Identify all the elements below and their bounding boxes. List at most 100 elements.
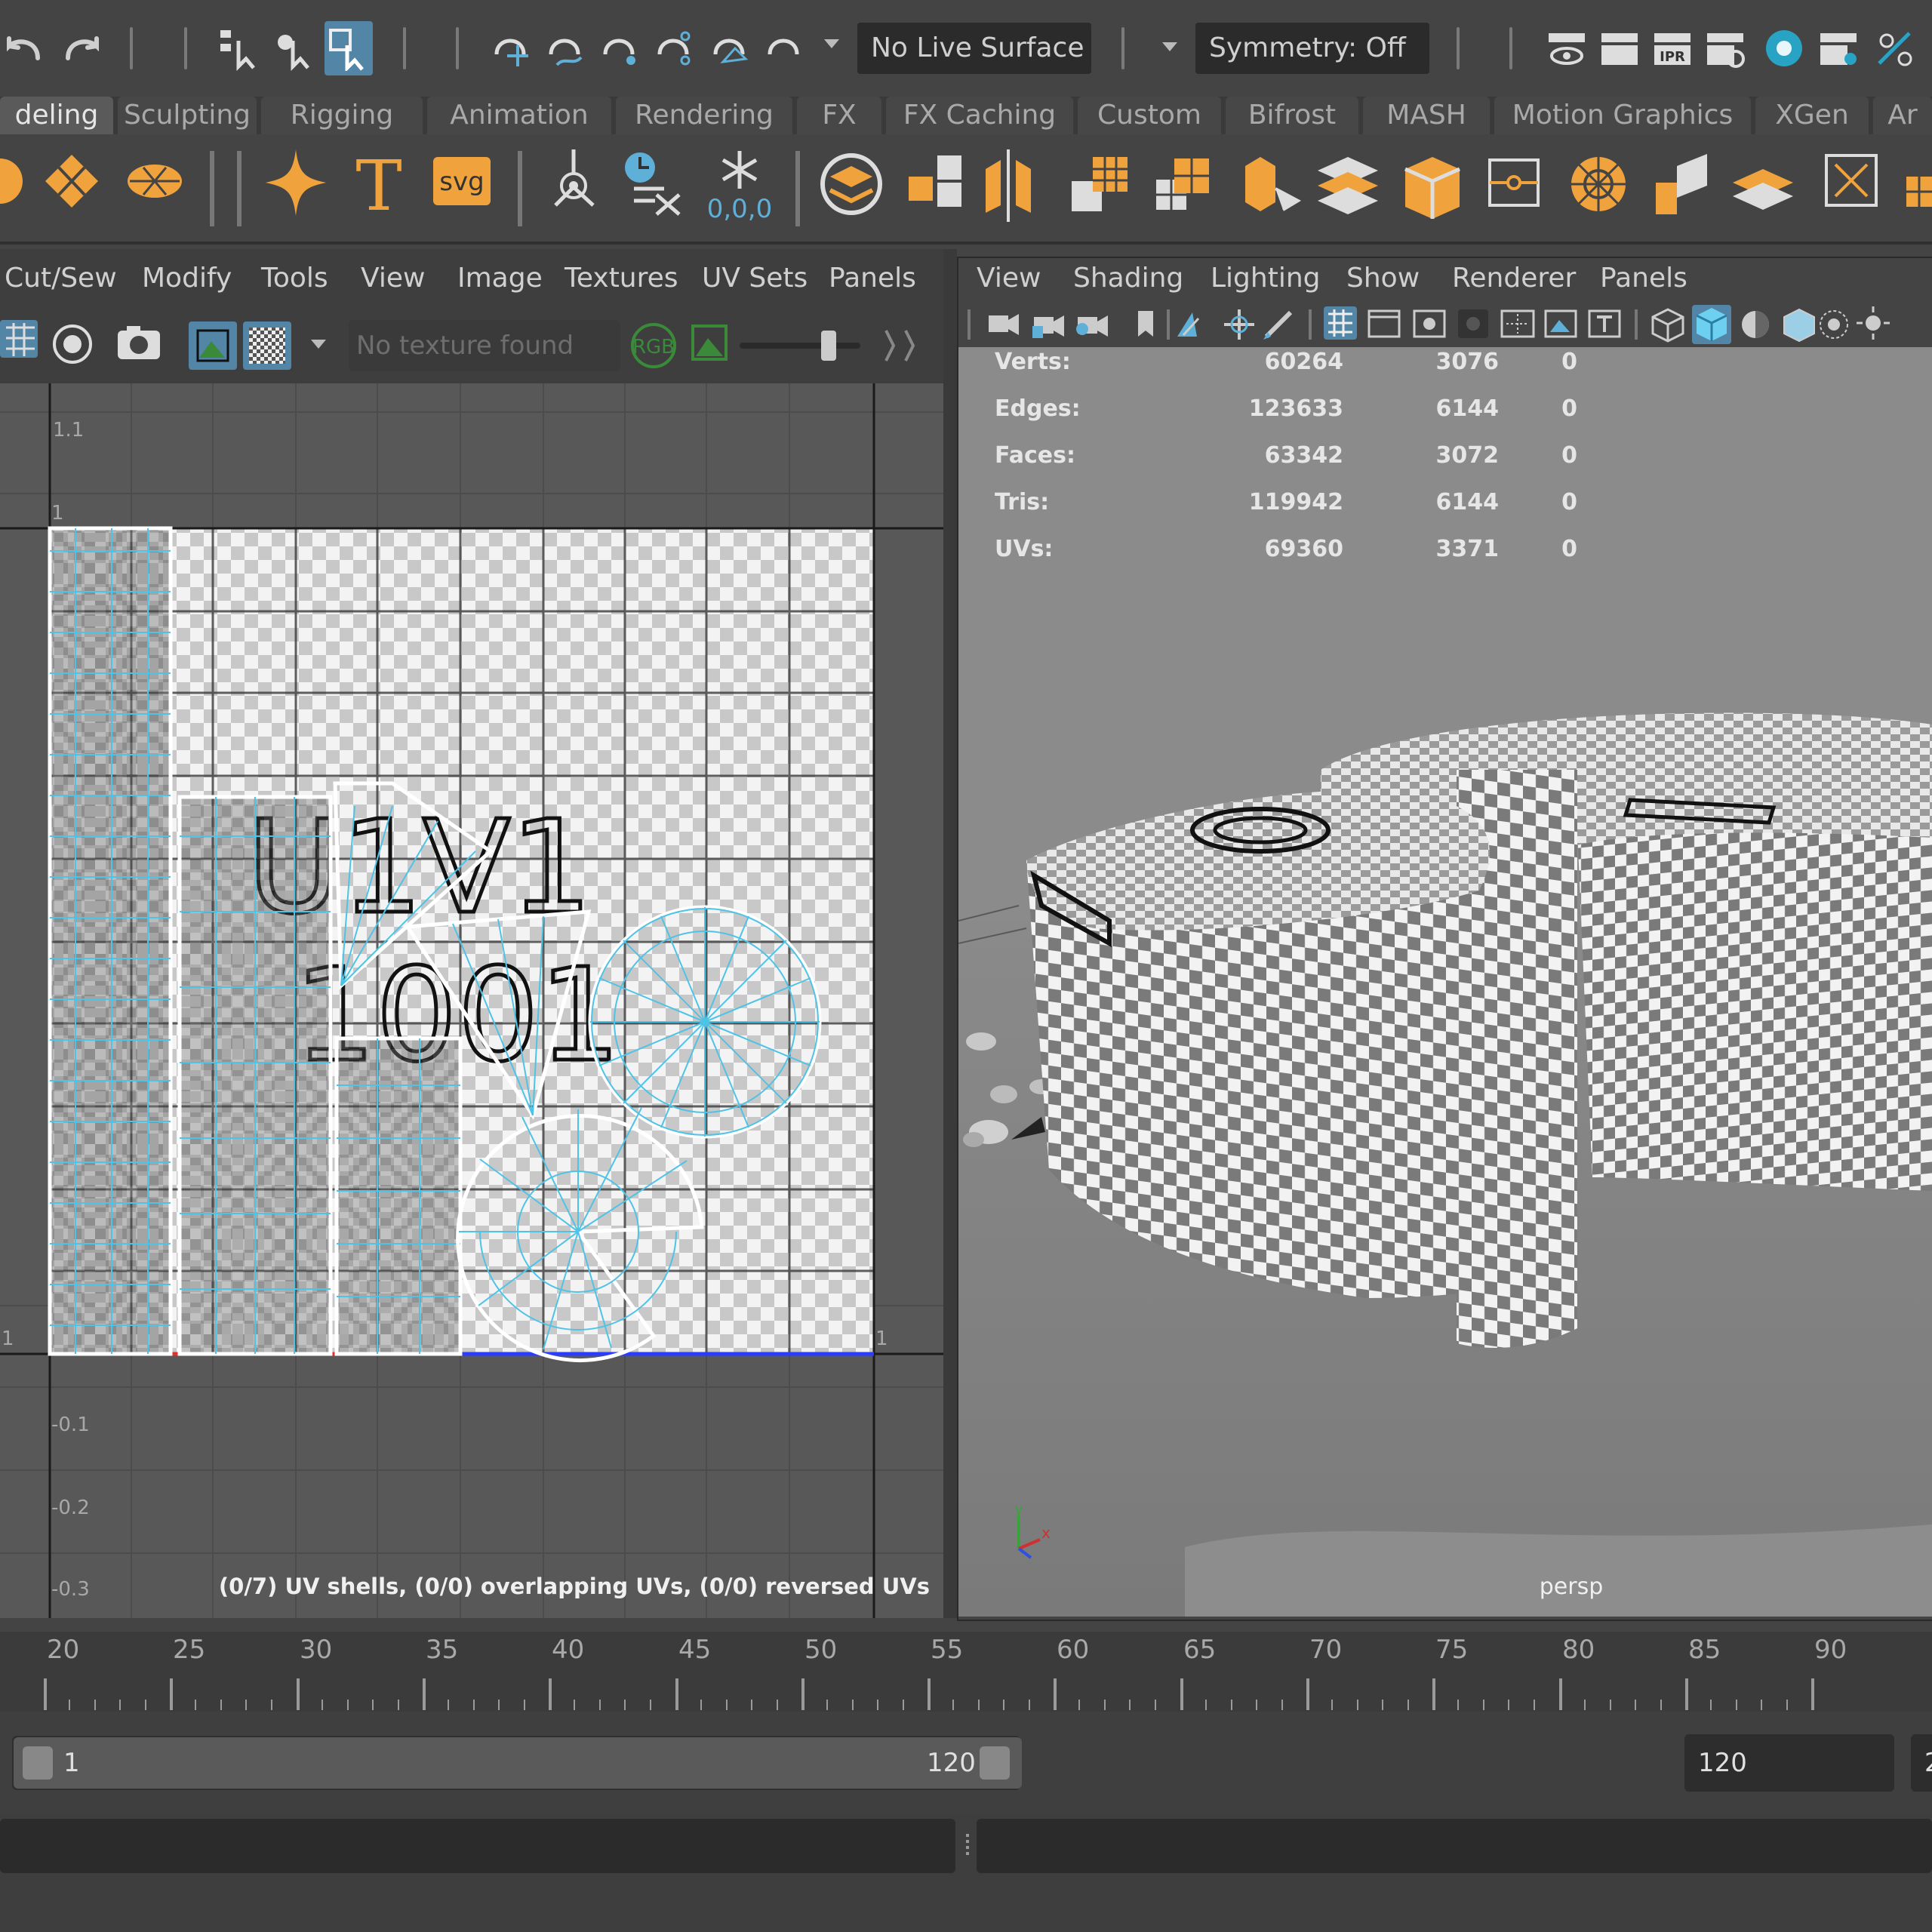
tab-rendering[interactable]: Rendering bbox=[616, 97, 792, 134]
image-plane-icon[interactable] bbox=[1177, 312, 1200, 337]
tab-bifrost[interactable]: Bifrost bbox=[1226, 97, 1358, 134]
redo-icon[interactable] bbox=[57, 21, 106, 75]
range-start-handle[interactable] bbox=[23, 1746, 53, 1780]
bookmark-icon[interactable] bbox=[1138, 311, 1153, 337]
2d-pan-zoom-icon[interactable] bbox=[1224, 309, 1254, 340]
safe-title-icon[interactable] bbox=[1588, 309, 1621, 338]
exposure-slider-handle[interactable] bbox=[821, 331, 836, 361]
render-settings-icon[interactable] bbox=[1701, 21, 1749, 75]
snap-together-icon[interactable] bbox=[1870, 21, 1918, 75]
mirror-icon[interactable] bbox=[986, 149, 1031, 222]
menu-view[interactable]: View bbox=[361, 263, 425, 294]
bridge-icon[interactable] bbox=[1318, 157, 1378, 214]
menu-cut-sew[interactable]: Cut/Sew bbox=[5, 263, 117, 294]
tab-arnold[interactable]: Ar bbox=[1873, 97, 1932, 134]
snap-to-grid-icon[interactable] bbox=[486, 21, 534, 75]
safe-action-icon[interactable] bbox=[1544, 309, 1577, 338]
rgb-channels-icon[interactable]: RGB bbox=[631, 323, 676, 368]
tab-fx-caching[interactable]: FX Caching bbox=[886, 97, 1073, 134]
range-slider-fill[interactable] bbox=[14, 1737, 1022, 1789]
menu-modify[interactable]: Modify bbox=[142, 263, 232, 294]
svg-tool-icon[interactable]: svg bbox=[433, 157, 491, 205]
xray-joints-icon[interactable] bbox=[1820, 310, 1848, 339]
time-slider[interactable] bbox=[0, 1632, 1932, 1712]
menu-lighting[interactable]: Lighting bbox=[1211, 263, 1321, 294]
film-gate-icon[interactable] bbox=[1367, 309, 1401, 338]
texture-field[interactable]: No texture found bbox=[349, 320, 620, 371]
hypershade-icon[interactable] bbox=[1760, 21, 1808, 75]
select-by-object-icon[interactable] bbox=[269, 21, 317, 75]
reduce-icon[interactable] bbox=[1156, 158, 1209, 210]
multi-cut-icon[interactable] bbox=[1488, 158, 1540, 207]
tab-fx[interactable]: FX bbox=[797, 97, 881, 134]
extrude-icon[interactable] bbox=[1245, 157, 1302, 211]
snap-to-projected-center-icon[interactable] bbox=[759, 21, 808, 75]
target-weld-icon[interactable] bbox=[1571, 157, 1626, 211]
gate-mask-icon[interactable] bbox=[1458, 309, 1488, 338]
menu-view[interactable]: View bbox=[977, 263, 1041, 294]
reset-transform-icon[interactable] bbox=[625, 152, 681, 216]
image-ratio-icon[interactable] bbox=[691, 325, 728, 361]
field-chart-icon[interactable] bbox=[1500, 309, 1535, 338]
smooth-icon[interactable] bbox=[1072, 157, 1128, 211]
pixel-snap-icon[interactable] bbox=[53, 325, 92, 364]
camera-attributes-icon[interactable] bbox=[1076, 315, 1108, 337]
sparkle-icon[interactable] bbox=[266, 149, 326, 216]
bevel-icon[interactable] bbox=[1404, 157, 1461, 219]
poly-diamond-icon[interactable] bbox=[45, 155, 98, 208]
combine-icon[interactable] bbox=[820, 153, 882, 215]
chevron-down-icon[interactable] bbox=[824, 39, 839, 48]
menu-tools[interactable]: Tools bbox=[261, 263, 328, 294]
render-view-icon[interactable] bbox=[1543, 21, 1591, 75]
exposure-slider-track[interactable] bbox=[740, 343, 860, 349]
poly-sphere-partial-icon[interactable] bbox=[0, 158, 23, 204]
grease-pencil-icon[interactable] bbox=[1263, 310, 1293, 340]
tab-motion-graphics[interactable]: Motion Graphics bbox=[1494, 97, 1751, 134]
menu-panels[interactable]: Panels bbox=[1600, 263, 1687, 294]
grid-toggle-icon[interactable] bbox=[0, 320, 38, 358]
tab-animation[interactable]: Animation bbox=[427, 97, 611, 134]
snapshot-camera-icon[interactable] bbox=[118, 326, 160, 359]
undo-icon[interactable] bbox=[0, 21, 48, 75]
resolution-gate-icon[interactable] bbox=[1413, 309, 1446, 338]
tab-mash[interactable]: MASH bbox=[1363, 97, 1490, 134]
menu-image[interactable]: Image bbox=[457, 263, 543, 294]
grid-icon[interactable] bbox=[1324, 306, 1357, 340]
smooth-shade-icon[interactable] bbox=[1692, 305, 1731, 344]
lock-camera-icon[interactable] bbox=[1032, 315, 1064, 338]
slide-edge-icon[interactable] bbox=[1656, 154, 1707, 214]
separate-icon[interactable] bbox=[909, 155, 961, 207]
default-material-icon[interactable] bbox=[1742, 311, 1769, 338]
display-image-icon[interactable] bbox=[189, 321, 237, 370]
snap-to-point-icon[interactable] bbox=[595, 21, 643, 75]
ipr-render-icon[interactable]: IPR bbox=[1648, 21, 1697, 75]
menu-panels[interactable]: Panels bbox=[829, 263, 916, 294]
lights-icon[interactable] bbox=[1857, 306, 1890, 340]
object-side-right[interactable] bbox=[1577, 815, 1932, 1191]
menu-show[interactable]: Show bbox=[1346, 263, 1420, 294]
command-splitter[interactable] bbox=[966, 1834, 969, 1857]
menu-shading[interactable]: Shading bbox=[1073, 263, 1183, 294]
playback-end-field[interactable]: 2 bbox=[1911, 1734, 1932, 1792]
snap-to-curve-icon[interactable] bbox=[540, 21, 589, 75]
poly-disc-icon[interactable] bbox=[128, 165, 182, 198]
uv-shell-tall-strip[interactable] bbox=[48, 526, 173, 1356]
light-editor-icon[interactable] bbox=[1814, 21, 1863, 75]
render-frame-icon[interactable] bbox=[1595, 21, 1644, 75]
type-tool-icon[interactable]: T bbox=[355, 146, 401, 226]
animation-end-field[interactable]: 120 bbox=[1684, 1734, 1894, 1792]
pivot-tool-icon[interactable] bbox=[554, 149, 595, 207]
uv-shell-short-strip[interactable] bbox=[334, 1036, 463, 1356]
unfold-icon[interactable] bbox=[1825, 154, 1878, 207]
uv-shell-disc-right[interactable] bbox=[588, 905, 822, 1139]
range-end-handle[interactable] bbox=[980, 1746, 1010, 1780]
panel-splitter[interactable] bbox=[943, 249, 957, 1618]
chevron-down-icon[interactable] bbox=[1162, 42, 1177, 51]
select-camera-icon[interactable] bbox=[989, 314, 1019, 335]
menu-renderer[interactable]: Renderer bbox=[1452, 263, 1576, 294]
xray-icon[interactable] bbox=[1783, 308, 1815, 343]
tab-custom[interactable]: Custom bbox=[1078, 97, 1221, 134]
select-by-hierarchy-icon[interactable] bbox=[214, 21, 263, 75]
wireframe-icon[interactable] bbox=[1651, 308, 1684, 343]
freeze-transform-icon[interactable]: 0,0,0 bbox=[707, 151, 773, 224]
